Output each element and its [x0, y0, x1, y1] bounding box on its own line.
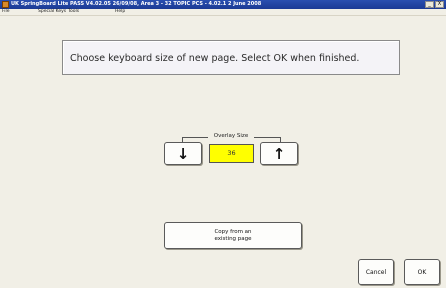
arrow-down-icon: ↓ [176, 144, 190, 163]
copy-button-line2: existing page [214, 235, 252, 242]
minimize-button[interactable]: _ [425, 1, 434, 8]
increase-size-button[interactable]: ↑ [260, 142, 298, 165]
overlay-size-value: 36 [209, 144, 254, 163]
arrow-up-icon: ↑ [272, 144, 286, 163]
menu-tools[interactable]: Tools [68, 9, 79, 15]
menu-bar: File Special Keys Tools Help [0, 9, 446, 16]
window-controls: _ X [424, 1, 444, 8]
instruction-text: Choose keyboard size of new page. Select… [70, 53, 360, 64]
title-bar: UK SpringBoard Lite PASS V4.02.05 26/09/… [0, 0, 446, 9]
overlay-size-label: Overlay Size [208, 132, 254, 140]
copy-button-line1: Copy from an [214, 228, 252, 235]
decrease-size-button[interactable]: ↓ [164, 142, 202, 165]
menu-special-keys[interactable]: Special Keys [38, 9, 66, 15]
copy-existing-page-button[interactable]: Copy from an existing page [164, 222, 302, 249]
close-button[interactable]: X [435, 1, 444, 8]
instruction-box: Choose keyboard size of new page. Select… [62, 40, 400, 75]
ok-button[interactable]: OK [404, 259, 440, 285]
menu-help[interactable]: Help [115, 9, 125, 15]
cancel-button[interactable]: Cancel [358, 259, 394, 285]
window-title: UK SpringBoard Lite PASS V4.02.05 26/09/… [11, 1, 262, 7]
menu-file[interactable]: File [2, 9, 10, 15]
app-icon [2, 1, 9, 8]
